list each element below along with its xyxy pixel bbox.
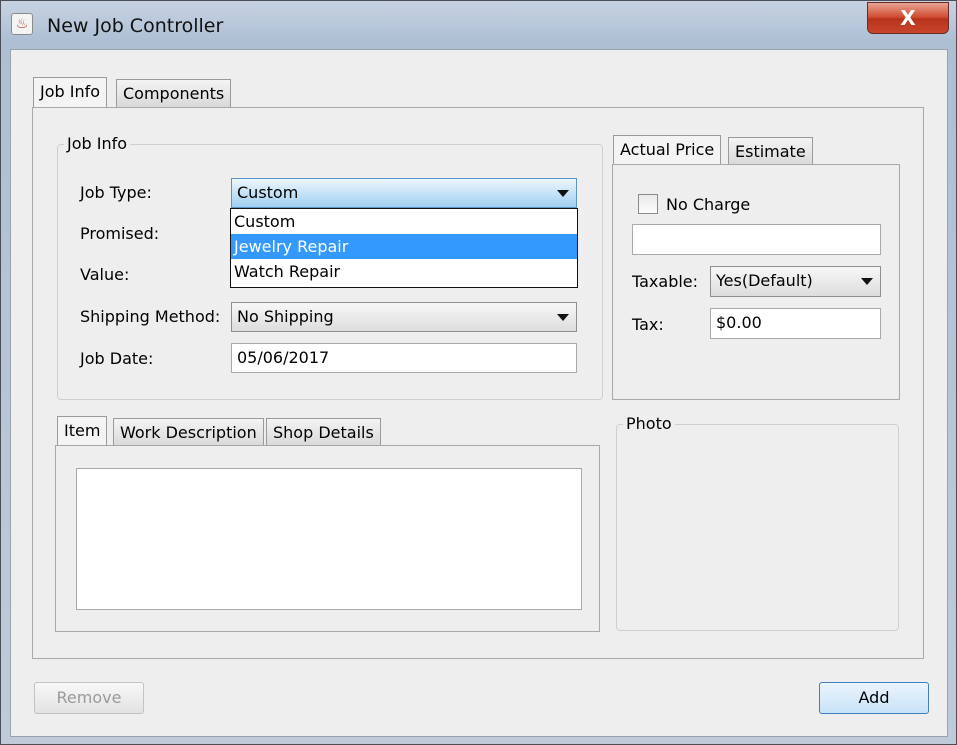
- job-info-legend: Job Info: [64, 134, 131, 153]
- title-bar[interactable]: ♨ New Job Controller X: [1, 1, 956, 49]
- remove-button[interactable]: Remove: [34, 682, 144, 714]
- tab-actual-price[interactable]: Actual Price: [613, 135, 722, 165]
- chevron-down-icon: [557, 314, 569, 321]
- tab-shop-details[interactable]: Shop Details: [266, 418, 381, 446]
- java-cup-icon: ♨: [11, 13, 33, 35]
- job-date-label: Job Date:: [80, 349, 154, 368]
- tab-item[interactable]: Item: [57, 416, 108, 446]
- item-tab-panel: [55, 445, 600, 632]
- chevron-down-icon: [861, 278, 873, 285]
- job-type-select[interactable]: Custom: [231, 178, 577, 208]
- tax-field[interactable]: $0.00: [710, 308, 881, 339]
- value-label: Value:: [80, 265, 130, 284]
- no-charge-label: No Charge: [666, 195, 751, 214]
- item-text-area[interactable]: [76, 468, 582, 610]
- shipping-method-value: No Shipping: [237, 307, 334, 326]
- taxable-value: Yes(Default): [716, 271, 813, 290]
- application-window: ♨ New Job Controller X Job Info Componen…: [0, 0, 957, 745]
- photo-legend: Photo: [623, 414, 675, 433]
- job-date-field[interactable]: 05/06/2017: [231, 343, 577, 373]
- shipping-method-label: Shipping Method:: [80, 307, 221, 326]
- window-title: New Job Controller: [47, 15, 224, 37]
- close-button[interactable]: X: [867, 2, 949, 34]
- job-type-label: Job Type:: [80, 183, 152, 202]
- dialog-content: Job Info Components Job Info Job Type: C…: [10, 49, 948, 737]
- job-type-option-watch-repair[interactable]: Watch Repair: [231, 259, 577, 284]
- job-type-value: Custom: [237, 183, 299, 202]
- tab-components[interactable]: Components: [116, 79, 232, 107]
- shipping-method-select[interactable]: No Shipping: [231, 302, 577, 332]
- price-tab-panel: No Charge Taxable: Yes(Default) Tax: $0.…: [612, 164, 900, 400]
- tab-estimate[interactable]: Estimate: [728, 137, 813, 165]
- job-type-option-custom[interactable]: Custom: [231, 209, 577, 234]
- job-type-option-jewelry-repair[interactable]: Jewelry Repair: [231, 234, 577, 259]
- tab-work-description[interactable]: Work Description: [113, 418, 264, 446]
- no-charge-checkbox[interactable]: [638, 194, 658, 214]
- chevron-down-icon: [557, 190, 569, 197]
- taxable-select[interactable]: Yes(Default): [710, 266, 881, 297]
- price-amount-field[interactable]: [632, 224, 881, 255]
- tax-label: Tax:: [632, 315, 664, 334]
- taxable-label: Taxable:: [632, 272, 699, 291]
- promised-label: Promised:: [80, 224, 160, 243]
- job-type-dropdown-list: Custom Jewelry Repair Watch Repair: [230, 208, 578, 288]
- tab-job-info[interactable]: Job Info: [33, 77, 108, 107]
- photo-group: [616, 424, 899, 631]
- job-info-tab-panel: Job Info Job Type: Custom Promised: Valu…: [32, 107, 924, 659]
- add-button[interactable]: Add: [819, 682, 929, 714]
